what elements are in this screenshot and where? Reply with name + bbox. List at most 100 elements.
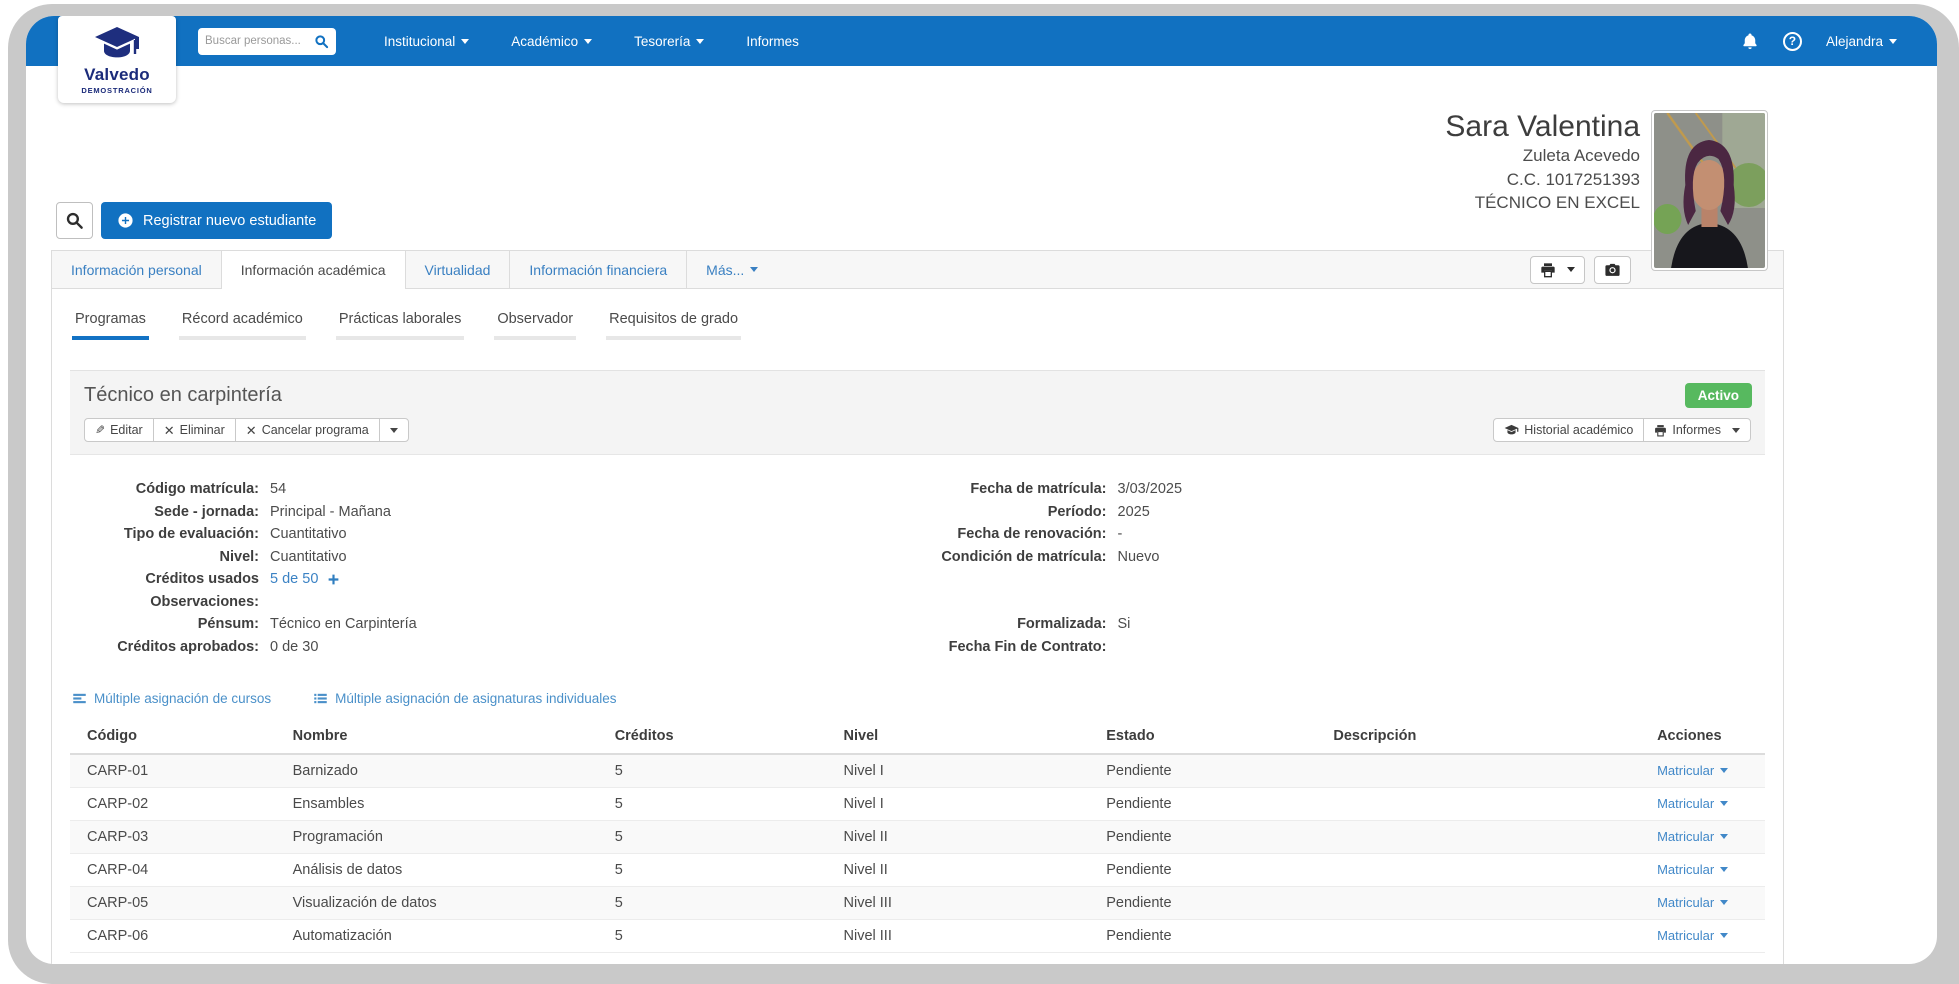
chevron-down-icon (696, 38, 705, 44)
matricular-action[interactable]: Matricular (1657, 928, 1729, 943)
academic-subtabs: Programas Récord académico Prácticas lab… (72, 309, 1765, 340)
detail-value: 0 de 30 (270, 638, 319, 655)
x-icon: ✕ (163, 422, 175, 438)
matricular-action[interactable]: Matricular (1657, 763, 1729, 778)
col-header-acciones: Acciones (1653, 722, 1765, 755)
student-photo (1651, 110, 1768, 271)
student-document: C.C. 1017251393 (1506, 169, 1640, 189)
program-reports-button[interactable]: Informes (1643, 418, 1751, 442)
graduation-cap-icon (95, 26, 139, 57)
search-people-box[interactable] (198, 27, 336, 55)
chevron-down-icon (461, 38, 470, 44)
details-right-column: Fecha de matrícula: 3/03/2025 Período: 202… (941, 481, 1183, 655)
search-people-input[interactable] (205, 35, 314, 47)
printer-icon (1541, 262, 1555, 277)
subtab-practicas-laborales[interactable]: Prácticas laborales (335, 309, 465, 340)
matricular-action[interactable]: Matricular (1657, 862, 1729, 877)
program-actions-group: ✎ Editar ✕ Eliminar ✕ Cancelar programa (84, 418, 409, 442)
subtab-record-academico[interactable]: Récord académico (178, 309, 306, 340)
multiple-course-assignment-link[interactable]: Múltiple asignación de cursos (72, 691, 271, 706)
detail-value: Técnico en Carpintería (270, 616, 417, 632)
plus-icon[interactable] (327, 573, 340, 586)
brand-tagline: DEMOSTRACIÓN (81, 85, 153, 95)
top-navbar: Institucional Académico Tesorería Inform… (26, 16, 1937, 66)
app-window: Institucional Académico Tesorería Inform… (26, 16, 1937, 964)
user-menu[interactable]: Alejandra (1826, 34, 1897, 49)
program-card: Técnico en carpintería Activo ✎ Editar ✕… (70, 370, 1765, 953)
student-identity: Sara Valentina Zuleta Acevedo C.C. 10172… (1445, 110, 1640, 271)
subtab-observador[interactable]: Observador (494, 309, 577, 340)
multiple-subject-assignment-link[interactable]: Múltiple asignación de asignaturas indiv… (313, 691, 617, 706)
change-photo-button[interactable] (1594, 255, 1631, 284)
brand-name: Valvedo (84, 64, 150, 84)
help-icon[interactable]: ? (1782, 31, 1802, 51)
bars-icon (73, 693, 86, 704)
table-row: CARP-05 Visualización de datos 5 Nivel I… (70, 886, 1765, 920)
more-program-actions-button[interactable] (378, 418, 409, 442)
chevron-down-icon (1720, 801, 1729, 806)
student-program-label: TÉCNICO EN EXCEL (1474, 193, 1640, 212)
col-header-codigo: Código (70, 722, 289, 755)
list-icon (314, 693, 327, 704)
menu-academico[interactable]: Académico (511, 34, 593, 49)
program-card-header: Técnico en carpintería Activo ✎ Editar ✕… (70, 370, 1765, 455)
subtab-requisitos-de-grado[interactable]: Requisitos de grado (606, 309, 742, 340)
student-tabbar: Información personal Información académi… (51, 250, 1784, 289)
status-badge: Activo (1684, 383, 1752, 408)
tab-informacion-academica[interactable]: Información académica (221, 251, 406, 289)
register-student-button[interactable]: Registrar nuevo estudiante (101, 202, 333, 239)
graduation-cap-icon (1504, 424, 1519, 434)
detail-value: Cuantitativo (270, 526, 347, 542)
main-menu: Institucional Académico Tesorería Inform… (384, 34, 799, 49)
detail-value: 3/03/2025 (1117, 481, 1183, 497)
table-row: CARP-03 Programación 5 Nivel II Pendient… (70, 820, 1765, 854)
chevron-down-icon (584, 38, 593, 44)
chevron-down-icon (1720, 900, 1729, 905)
col-header-creditos: Créditos (610, 722, 840, 755)
pencil-icon: ✎ (95, 423, 106, 437)
edit-program-button[interactable]: ✎ Editar (84, 418, 154, 442)
plus-circle-icon (118, 213, 133, 228)
search-icon[interactable] (314, 34, 329, 49)
chevron-down-icon (750, 267, 759, 272)
printer-icon (1655, 424, 1667, 436)
program-title: Técnico en carpintería (84, 384, 282, 406)
menu-institucional[interactable]: Institucional (384, 34, 470, 49)
academic-history-button[interactable]: Historial académico (1493, 418, 1645, 442)
search-icon (66, 212, 83, 229)
chevron-down-icon (1567, 267, 1575, 272)
table-row: CARP-02 Ensambles 5 Nivel I Pendiente Ma… (70, 787, 1765, 821)
menu-informes[interactable]: Informes (746, 34, 799, 49)
student-name: Sara Valentina (1445, 110, 1640, 143)
academic-panel: Programas Récord académico Prácticas lab… (51, 289, 1784, 964)
camera-icon (1605, 263, 1620, 276)
table-row: CARP-04 Análisis de datos 5 Nivel II Pen… (70, 853, 1765, 887)
cancel-program-button[interactable]: ✕ Cancelar programa (234, 418, 380, 442)
detail-value: Si (1117, 616, 1131, 632)
tab-informacion-personal[interactable]: Información personal (52, 251, 222, 288)
tab-virtualidad[interactable]: Virtualidad (406, 251, 511, 288)
subtab-programas[interactable]: Programas (72, 309, 149, 340)
print-profile-button[interactable] (1530, 255, 1585, 284)
credits-used-link[interactable]: 5 de 50 (270, 571, 340, 587)
chevron-down-icon (389, 427, 398, 433)
menu-tesoreria[interactable]: Tesorería (634, 34, 705, 49)
chevron-down-icon (1720, 834, 1729, 839)
courses-table: Código Nombre Créditos Nivel Estado Desc… (70, 722, 1765, 953)
bell-icon[interactable] (1741, 32, 1759, 50)
chevron-down-icon (1720, 867, 1729, 872)
detail-value: Principal - Mañana (270, 503, 391, 520)
tab-mas[interactable]: Más... (687, 251, 777, 288)
navbar-right: ? Alejandra (1741, 31, 1937, 51)
col-header-estado: Estado (1102, 722, 1330, 755)
search-student-button[interactable] (56, 202, 93, 239)
brand-logo[interactable]: Valvedo DEMOSTRACIÓN (58, 16, 176, 103)
tab-informacion-financiera[interactable]: Información financiera (510, 251, 688, 288)
matricular-action[interactable]: Matricular (1657, 895, 1729, 910)
x-icon: ✕ (245, 422, 257, 438)
table-row: CARP-01 Barnizado 5 Nivel I Pendiente Ma… (70, 754, 1765, 788)
delete-program-button[interactable]: ✕ Eliminar (152, 418, 236, 442)
matricular-action[interactable]: Matricular (1657, 829, 1729, 844)
student-surname: Zuleta Acevedo (1522, 146, 1640, 165)
matricular-action[interactable]: Matricular (1657, 796, 1729, 811)
